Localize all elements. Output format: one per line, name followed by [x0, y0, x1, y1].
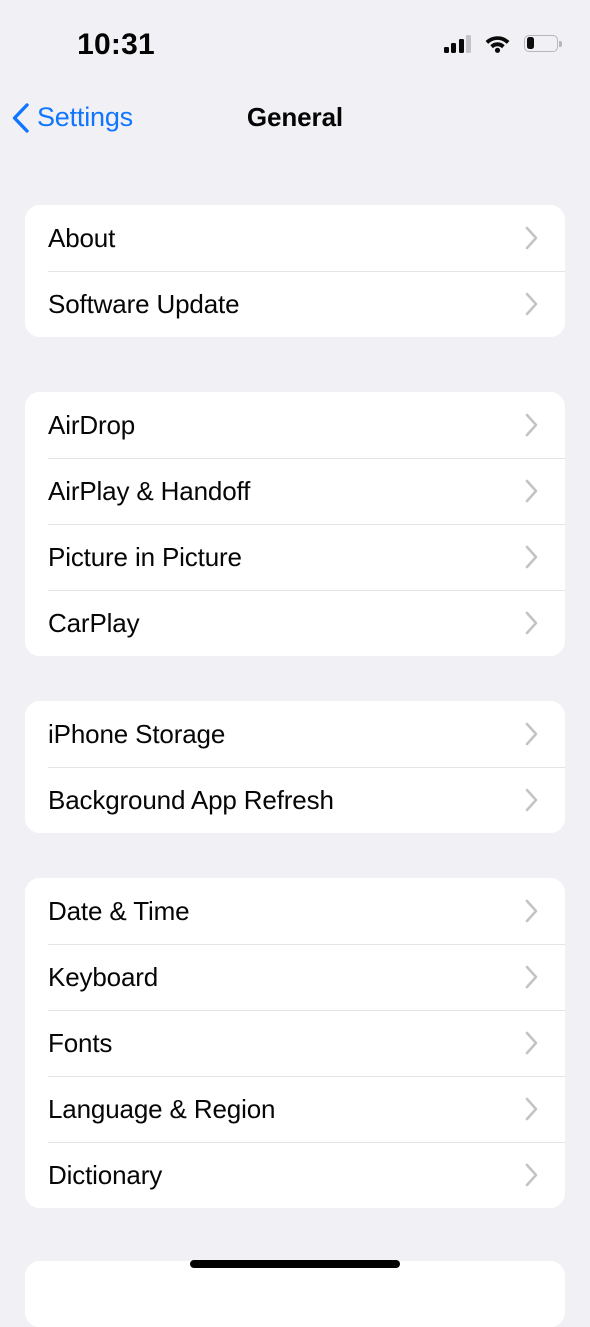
- chevron-right-icon: [525, 292, 538, 316]
- status-bar-indicators: [443, 30, 562, 56]
- row-label: AirDrop: [48, 410, 136, 440]
- chevron-right-icon: [525, 899, 538, 923]
- navigation-bar: Settings General: [0, 86, 590, 148]
- settings-group-storage: iPhone Storage Background App Refresh: [25, 701, 565, 833]
- row-label: Date & Time: [48, 896, 190, 926]
- row-label: Software Update: [48, 289, 240, 319]
- settings-row-airdrop[interactable]: AirDrop: [25, 392, 565, 458]
- settings-row-about[interactable]: About: [25, 205, 565, 271]
- status-bar: 10:31: [0, 0, 590, 86]
- settings-row-dictionary[interactable]: Dictionary: [25, 1142, 565, 1208]
- row-label: AirPlay & Handoff: [48, 476, 251, 506]
- chevron-right-icon: [525, 611, 538, 635]
- settings-row-picture-in-picture[interactable]: Picture in Picture: [25, 524, 565, 590]
- status-bar-time: 10:31: [77, 28, 155, 61]
- back-button-label: Settings: [37, 101, 133, 132]
- row-label: About: [48, 223, 116, 253]
- home-indicator: [190, 1260, 400, 1268]
- chevron-right-icon: [525, 479, 538, 503]
- settings-row-partial[interactable]: [25, 1261, 565, 1327]
- chevron-right-icon: [525, 722, 538, 746]
- chevron-right-icon: [525, 413, 538, 437]
- wifi-icon: [485, 36, 510, 53]
- settings-row-date-time[interactable]: Date & Time: [25, 878, 565, 944]
- row-label: Dictionary: [48, 1160, 163, 1190]
- chevron-right-icon: [525, 545, 538, 569]
- row-label: Background App Refresh: [48, 785, 334, 815]
- settings-row-software-update[interactable]: Software Update: [25, 271, 565, 337]
- settings-group-system: About Software Update: [25, 205, 565, 337]
- settings-row-fonts[interactable]: Fonts: [25, 1010, 565, 1076]
- settings-row-language-region[interactable]: Language & Region: [25, 1076, 565, 1142]
- battery-fill: [526, 37, 535, 49]
- chevron-left-icon: [12, 102, 29, 133]
- settings-group-sharing: AirDrop AirPlay & Handoff Picture in Pic…: [25, 392, 565, 656]
- chevron-right-icon: [525, 226, 538, 250]
- row-label: Language & Region: [48, 1094, 276, 1124]
- settings-group-next-partial[interactable]: [25, 1261, 565, 1327]
- settings-row-airplay-handoff[interactable]: AirPlay & Handoff: [25, 458, 565, 524]
- chevron-right-icon: [525, 788, 538, 812]
- row-label: Fonts: [48, 1028, 113, 1058]
- row-label: Picture in Picture: [48, 542, 242, 572]
- settings-list[interactable]: About Software Update AirDrop AirPlay & …: [0, 205, 590, 1327]
- chevron-right-icon: [525, 1031, 538, 1055]
- chevron-right-icon: [525, 965, 538, 989]
- battery-icon: [524, 34, 562, 52]
- settings-group-localization: Date & Time Keyboard Fonts Language & Re…: [25, 878, 565, 1208]
- settings-row-keyboard[interactable]: Keyboard: [25, 944, 565, 1010]
- settings-row-carplay[interactable]: CarPlay: [25, 590, 565, 656]
- settings-row-background-app-refresh[interactable]: Background App Refresh: [25, 767, 565, 833]
- back-button[interactable]: Settings: [10, 86, 133, 148]
- row-label: Keyboard: [48, 962, 159, 992]
- settings-row-iphone-storage[interactable]: iPhone Storage: [25, 701, 565, 767]
- row-label: CarPlay: [48, 608, 140, 638]
- chevron-right-icon: [525, 1163, 538, 1187]
- chevron-right-icon: [525, 1097, 538, 1121]
- row-label: iPhone Storage: [48, 719, 226, 749]
- cellular-signal-icon: [443, 34, 471, 53]
